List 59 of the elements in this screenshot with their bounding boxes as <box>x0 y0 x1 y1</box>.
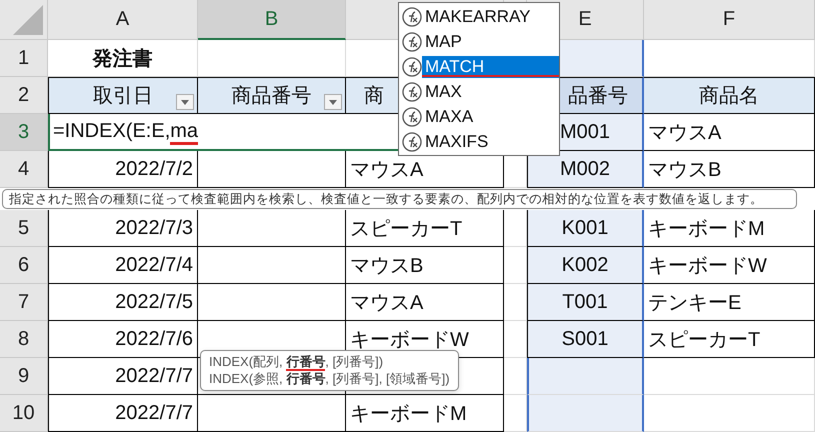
cell-text: キーボードM <box>350 402 467 426</box>
cell-text: M002 <box>560 158 610 180</box>
function-icon <box>402 32 422 52</box>
cell-text: 2022/7/6 <box>115 328 193 350</box>
function-icon <box>402 106 422 126</box>
function-description-tooltip: 指定された照合の種類に従って検査範囲内を検索し、検査値と一致する要素の、配列内での相対的な位置を表す数値を返します。 <box>2 189 797 209</box>
function-icon <box>402 132 422 152</box>
row-header[interactable]: 8 <box>0 321 48 358</box>
cell-text: 2022/7/2 <box>115 158 193 180</box>
row-header[interactable]: 3 <box>0 114 48 151</box>
row-header[interactable]: 5 <box>0 210 48 247</box>
row-header[interactable]: 1 <box>0 40 48 77</box>
cell-text: K002 <box>562 254 608 276</box>
function-icon <box>402 56 422 76</box>
cell-text: テンキーE <box>648 290 742 316</box>
cell-text: キーボードW <box>350 328 469 352</box>
column-header[interactable]: F <box>644 0 815 40</box>
row-header[interactable]: 2 <box>0 77 48 114</box>
cell-text: スピーカーT <box>648 328 760 352</box>
function-icon <box>402 82 422 102</box>
cell-text: 発注書 <box>92 46 152 72</box>
dropdown-caret-icon <box>181 100 189 104</box>
row-header[interactable]: 9 <box>0 358 48 395</box>
column-header[interactable]: B <box>198 0 346 40</box>
cell-text: マウスA <box>350 290 424 316</box>
cell-text: マウスB <box>350 254 424 278</box>
cell-text: 2022/7/5 <box>115 290 193 314</box>
cell-text: M001 <box>560 120 610 144</box>
cell-text: T001 <box>562 290 608 314</box>
cell-text: スピーカーT <box>350 216 462 242</box>
function-suggestion[interactable]: MAX <box>399 79 559 104</box>
row-header[interactable]: 7 <box>0 284 48 321</box>
corner-triangle-icon <box>13 5 43 35</box>
cell-text: 2022/7/7 <box>115 402 193 424</box>
cell-text: 2022/7/4 <box>115 254 193 276</box>
cell-text: 2022/7/3 <box>115 216 193 240</box>
cell-text: キーボードM <box>648 216 765 242</box>
cell-text: 商 <box>364 84 384 109</box>
cell-text: 商品番号 <box>232 84 312 109</box>
dropdown-caret-icon <box>329 100 337 104</box>
row-header[interactable]: 6 <box>0 247 48 284</box>
cell-text: マウスA <box>648 120 722 146</box>
cell-text: 2022/7/7 <box>115 364 193 388</box>
cell-text: マウスA <box>350 158 424 182</box>
syntax-line: INDEX(配列, 行番号, [列番号]) <box>209 353 384 370</box>
row-header[interactable]: 10 <box>0 395 48 432</box>
row-header[interactable]: 4 <box>0 151 48 188</box>
cell-text: キーボードW <box>648 254 767 278</box>
column-header[interactable]: A <box>48 0 198 40</box>
cell-text: 商品名 <box>699 84 759 109</box>
filter-button[interactable] <box>324 94 342 110</box>
cell-text: S001 <box>562 328 608 350</box>
cell-text: 取引日 <box>93 84 153 109</box>
function-icon <box>402 6 422 26</box>
cell-text: K001 <box>562 216 608 240</box>
filter-button[interactable] <box>176 94 194 110</box>
cell-text: 品番号 <box>568 84 628 109</box>
cell-text: マウスB <box>648 158 722 182</box>
syntax-line: INDEX(参照, 行番号, [列番号], [領域番号]) <box>209 370 450 387</box>
